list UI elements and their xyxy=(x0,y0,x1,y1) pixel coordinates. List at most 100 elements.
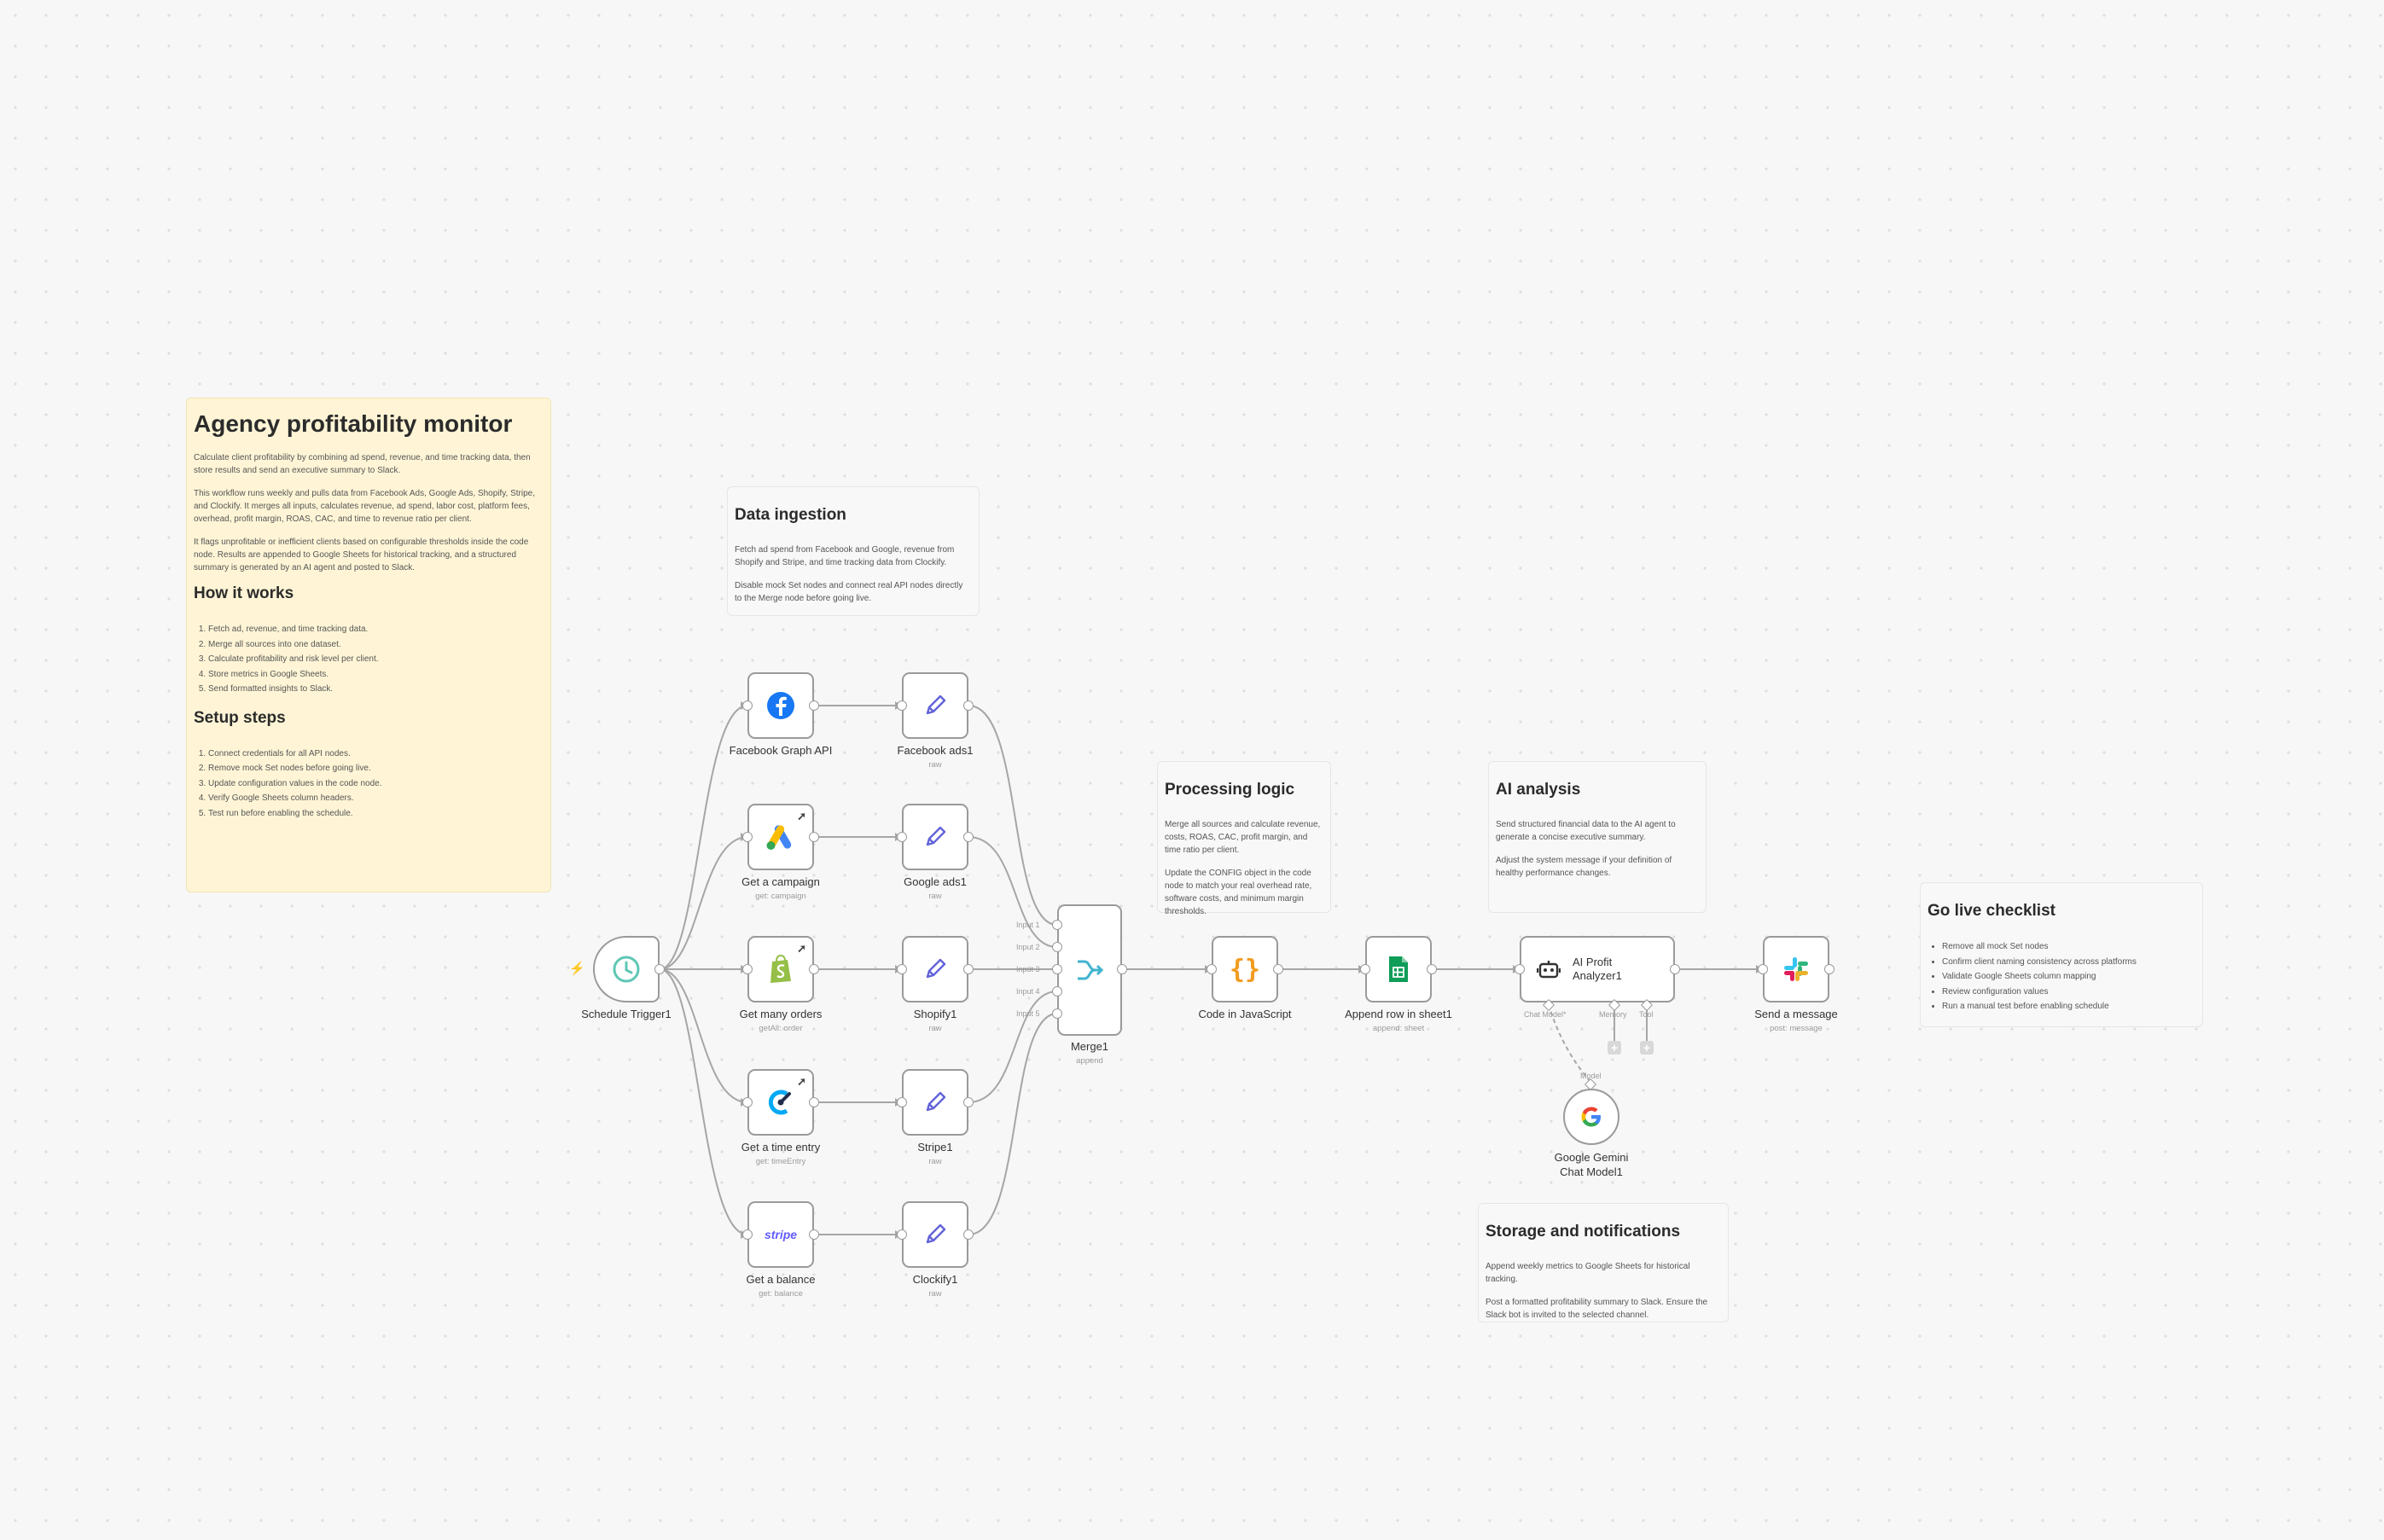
merge-input-label: Input 5 xyxy=(1016,1009,1040,1018)
port-merge-in-1[interactable] xyxy=(1052,920,1062,930)
checklist-item: Review configuration values xyxy=(1942,985,2195,1000)
node-get-a-balance[interactable]: stripe xyxy=(747,1201,814,1268)
node-get-a-time-entry[interactable]: ➚ xyxy=(747,1069,814,1136)
port-fbads-in[interactable] xyxy=(897,700,907,711)
checklist-item: Validate Google Sheets column mapping xyxy=(1942,969,2195,985)
node-clockify1[interactable] xyxy=(902,1201,968,1268)
port-agent-in[interactable] xyxy=(1515,964,1525,974)
slack-icon xyxy=(1784,957,1808,981)
port-code-out[interactable] xyxy=(1273,964,1283,974)
external-arrow-icon: ➚ xyxy=(797,942,806,955)
port-stripe1-out[interactable] xyxy=(963,1097,974,1107)
node-merge1[interactable] xyxy=(1057,904,1122,1036)
sticky-note-go-live-checklist[interactable]: Go live checklist Remove all mock Set no… xyxy=(1920,882,2203,1027)
merge-input-label: Input 4 xyxy=(1016,987,1040,996)
merge-input-label: Input 2 xyxy=(1016,943,1040,951)
port-slack-out[interactable] xyxy=(1824,964,1835,974)
node-get-many-orders[interactable]: ➚ xyxy=(747,936,814,1002)
node-code-in-javascript[interactable]: {} xyxy=(1212,936,1278,1002)
port-facebook-in[interactable] xyxy=(742,700,753,711)
agent-name: AI Profit Analyzer1 xyxy=(1573,956,1622,982)
port-slack-in[interactable] xyxy=(1758,964,1768,974)
node-get-a-campaign[interactable]: ➚ xyxy=(747,804,814,870)
sticky-note-overview[interactable]: Agency profitability monitor Calculate c… xyxy=(186,398,551,892)
sub-merge1: append xyxy=(1076,1056,1103,1066)
node-append-row-in-sheet1[interactable] xyxy=(1365,936,1432,1002)
sub-send-a-message: post: message xyxy=(1770,1024,1823,1033)
port-googleads-out[interactable] xyxy=(963,832,974,842)
sticky-note-data-ingestion[interactable]: Data ingestion Fetch ad spend from Faceb… xyxy=(727,486,980,616)
port-merge-in-2[interactable] xyxy=(1052,942,1062,952)
node-google-ads1[interactable] xyxy=(902,804,968,870)
merge-input-label: Input 1 xyxy=(1016,921,1040,929)
setup-step: Update configuration values in the code … xyxy=(208,776,544,792)
port-code-in[interactable] xyxy=(1207,964,1217,974)
sub-clockify1: raw xyxy=(928,1289,942,1299)
external-arrow-icon: ➚ xyxy=(797,1075,806,1088)
pencil-icon xyxy=(926,694,946,715)
overview-paragraph-1: Calculate client profitability by combin… xyxy=(194,453,531,475)
sub-stripe1: raw xyxy=(928,1157,942,1166)
external-arrow-icon: ➚ xyxy=(797,810,806,822)
node-ai-profit-analyzer1[interactable]: AI Profit Analyzer1 xyxy=(1520,936,1675,1002)
port-clockify-out[interactable] xyxy=(809,1097,819,1107)
checklist-item: Confirm client naming consistency across… xyxy=(1942,955,2195,970)
label-append-row-in-sheet1: Append row in sheet1 xyxy=(1345,1008,1452,1020)
label-shopify1: Shopify1 xyxy=(913,1008,957,1020)
port-facebook-out[interactable] xyxy=(809,700,819,711)
port-sheets-out[interactable] xyxy=(1427,964,1437,974)
port-clockify1-out[interactable] xyxy=(963,1229,974,1240)
port-clockify-in[interactable] xyxy=(742,1097,753,1107)
node-google-gemini-chat-model1[interactable] xyxy=(1563,1089,1619,1145)
storage-paragraph-2: Post a formatted profitability summary t… xyxy=(1486,1298,1708,1320)
sticky-note-storage-notifications[interactable]: Storage and notifications Append weekly … xyxy=(1478,1203,1729,1322)
port-sheets-in[interactable] xyxy=(1360,964,1370,974)
port-trigger-out[interactable] xyxy=(654,964,665,974)
setup-step: Verify Google Sheets column headers. xyxy=(208,791,544,806)
port-merge-in-5[interactable] xyxy=(1052,1008,1062,1019)
how-it-works-heading: How it works xyxy=(194,584,294,602)
port-clockify1-in[interactable] xyxy=(897,1229,907,1240)
sub-shopify1: raw xyxy=(928,1024,942,1033)
how-step: Merge all sources into one dataset. xyxy=(208,637,544,653)
port-shopify-in[interactable] xyxy=(742,964,753,974)
trigger-bolt-icon: ⚡ xyxy=(569,962,585,976)
go-live-heading: Go live checklist xyxy=(1928,902,2055,920)
processing-heading: Processing logic xyxy=(1165,781,1295,799)
port-fbads-out[interactable] xyxy=(963,700,974,711)
node-facebook-ads1[interactable] xyxy=(902,672,968,739)
port-shopify1-in[interactable] xyxy=(897,964,907,974)
port-shopify1-out[interactable] xyxy=(963,964,974,974)
add-tool-button[interactable]: + xyxy=(1640,1041,1654,1055)
port-merge-in-3[interactable] xyxy=(1052,964,1062,974)
port-googleads-in[interactable] xyxy=(897,832,907,842)
port-stripe1-in[interactable] xyxy=(897,1097,907,1107)
label-google-ads1: Google ads1 xyxy=(904,875,967,888)
port-merge-in-4[interactable] xyxy=(1052,986,1062,997)
node-send-a-message[interactable] xyxy=(1763,936,1829,1002)
node-stripe1[interactable] xyxy=(902,1069,968,1136)
google-ads-icon xyxy=(766,825,792,850)
port-gads-in[interactable] xyxy=(742,832,753,842)
storage-paragraph-1: Append weekly metrics to Google Sheets f… xyxy=(1486,1262,1690,1284)
port-agent-out[interactable] xyxy=(1670,964,1680,974)
setup-step: Connect credentials for all API nodes. xyxy=(208,747,544,762)
add-memory-button[interactable]: + xyxy=(1608,1041,1621,1055)
port-shopify-out[interactable] xyxy=(809,964,819,974)
agent-memory-label: Memory xyxy=(1599,1010,1627,1019)
port-stripe-in[interactable] xyxy=(742,1229,753,1240)
how-step: Send formatted insights to Slack. xyxy=(208,682,544,697)
sticky-note-processing-logic[interactable]: Processing logic Merge all sources and c… xyxy=(1157,761,1331,916)
node-facebook-graph-api[interactable] xyxy=(747,672,814,739)
port-stripe-out[interactable] xyxy=(809,1229,819,1240)
node-schedule-trigger[interactable] xyxy=(593,936,660,1002)
node-shopify1[interactable] xyxy=(902,936,968,1002)
port-gads-out[interactable] xyxy=(809,832,819,842)
label-send-a-message: Send a message xyxy=(1754,1008,1838,1020)
code-braces-icon: {} xyxy=(1229,954,1261,985)
ingestion-paragraph-1: Fetch ad spend from Facebook and Google,… xyxy=(735,545,955,567)
port-merge-out[interactable] xyxy=(1117,964,1127,974)
sticky-note-ai-analysis[interactable]: AI analysis Send structured financial da… xyxy=(1488,761,1707,913)
clockify-icon xyxy=(768,1090,791,1115)
pencil-icon xyxy=(926,1223,946,1244)
